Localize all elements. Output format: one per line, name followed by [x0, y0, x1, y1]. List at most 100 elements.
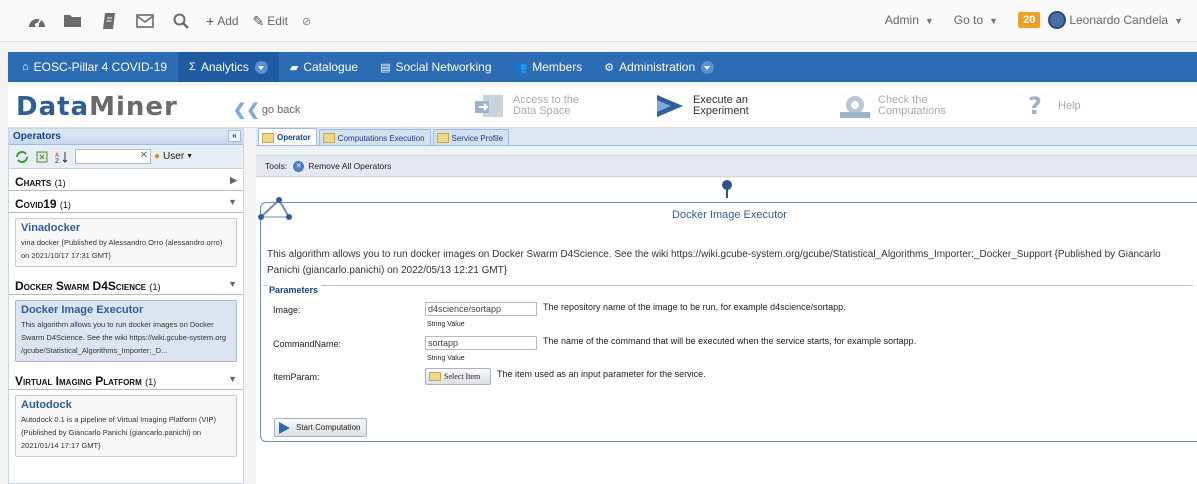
- go-back-label: go back: [261, 104, 301, 116]
- nav-item-catalogue[interactable]: ▰ Catalogue: [279, 52, 369, 82]
- category-count: (1): [149, 282, 161, 292]
- category-name: Docker Swarm D4Science: [15, 279, 147, 293]
- hide-button[interactable]: ⊘: [302, 15, 314, 28]
- select-item-button[interactable]: Select Item: [425, 368, 491, 385]
- param-label: ItemParam:: [273, 372, 320, 382]
- category-docker-swarm[interactable]: Docker Swarm D4Science (1) ▼: [9, 273, 243, 295]
- folder-icon[interactable]: [62, 11, 84, 31]
- people-icon: 👥: [513, 61, 528, 74]
- dataminer-header: DataMiner ❮❮ go back Access to the Data Sp…: [8, 86, 1197, 128]
- execute-line2: Experiment: [693, 105, 749, 117]
- param-label: Image:: [273, 305, 301, 315]
- dashboard-icon[interactable]: [26, 11, 48, 31]
- mail-icon[interactable]: [134, 11, 156, 31]
- chevron-down-icon: [254, 60, 268, 74]
- nav-item-social[interactable]: ▤ Social Networking: [369, 52, 502, 82]
- category-count: (1): [54, 178, 66, 188]
- help-button[interactable]: ? Help: [1018, 92, 1081, 120]
- chevron-down-icon: ▼: [186, 153, 194, 160]
- svg-text:Z: Z: [55, 158, 59, 164]
- category-covid19[interactable]: Covid19 (1) ▼: [9, 191, 243, 213]
- admin-dropdown[interactable]: Admin ▼: [885, 13, 934, 27]
- parameters-fieldset: Parameters Image: d4science/sortapp The …: [263, 285, 1193, 406]
- add-button[interactable]: + Add: [206, 13, 239, 29]
- operator-card-docker-image-executor[interactable]: Docker Image Executor This algorithm all…: [15, 300, 237, 362]
- tools-bar: Tools: ✕ Remove All Operators: [256, 155, 1197, 177]
- computations-icon: [840, 96, 870, 118]
- user-icon: ●: [154, 151, 161, 162]
- data-space-icon: [475, 95, 503, 117]
- category-name: Covid19: [15, 197, 57, 211]
- add-label: Add: [217, 14, 239, 28]
- category-virtual-imaging[interactable]: Virtual Imaging Platform (1) ▼: [9, 368, 243, 390]
- tab-label: Service Profile: [451, 133, 504, 143]
- chevron-down-icon: ▼: [228, 374, 237, 384]
- refresh-icon[interactable]: [15, 150, 29, 164]
- start-computation-button[interactable]: Start Computation: [274, 418, 367, 437]
- operators-toolbar: AZ ✕ ● User ▼: [9, 145, 243, 169]
- notification-badge[interactable]: 20: [1018, 12, 1041, 28]
- operator-description: vina docker {Published by Alessandro Orr…: [21, 238, 223, 260]
- command-name-field[interactable]: sortapp: [425, 336, 537, 350]
- dataminer-logo: DataMiner: [16, 92, 178, 122]
- remove-all-operators-button[interactable]: ✕ Remove All Operators: [293, 160, 392, 172]
- category-charts[interactable]: Charts (1) ▶: [9, 169, 243, 191]
- help-label: Help: [1058, 99, 1081, 112]
- execute-experiment-button[interactable]: Execute an Experiment: [653, 92, 749, 120]
- category-name: Charts: [15, 175, 52, 189]
- access-data-space-button[interactable]: Access to the Data Space: [473, 92, 579, 120]
- nav-item-eosc[interactable]: ⌂ EOSC-Pillar 4 COVID-19: [8, 52, 178, 82]
- param-label: CommandName:: [273, 339, 342, 349]
- chevron-right-icon: ▶: [230, 175, 237, 185]
- chevron-down-icon: ▼: [1174, 16, 1183, 26]
- workflow-area: Docker Image Executor This algorithm all…: [256, 178, 1197, 484]
- edit-button[interactable]: ✎ Edit: [253, 13, 288, 30]
- operator-card-autodock[interactable]: Autodock Autodock 0.1 is a pipeline of V…: [15, 395, 237, 457]
- user-name: Leonardo Candela: [1069, 13, 1169, 27]
- operators-search-input[interactable]: ✕: [75, 149, 151, 164]
- operator-name: Vinadocker: [21, 222, 81, 234]
- main-panel: Operator Computations Execution Service …: [256, 128, 1197, 484]
- tab-label: Operator: [277, 133, 311, 142]
- access-line2: Data Space: [513, 105, 571, 117]
- nav-item-administration[interactable]: ⚙ Administration: [593, 52, 725, 82]
- folder-icon: [429, 372, 441, 381]
- operator-description: Autodock 0.1 is a pipeline of Virtual Im…: [21, 415, 216, 450]
- image-field[interactable]: d4science/sortapp: [425, 302, 537, 316]
- remove-all-label: Remove All Operators: [308, 161, 392, 171]
- nav-label: Members: [532, 60, 583, 74]
- avatar[interactable]: [1048, 11, 1067, 29]
- goto-dropdown[interactable]: Go to ▼: [954, 13, 998, 27]
- param-description: The item used as an input parameter for …: [497, 369, 706, 379]
- check-line2: Computations: [878, 105, 946, 117]
- goto-label: Go to: [953, 13, 984, 27]
- close-icon: ✕: [293, 160, 305, 172]
- user-menu[interactable]: Leonardo Candela ▼: [1069, 13, 1183, 27]
- nav-item-analytics[interactable]: Σ Analytics: [178, 52, 279, 82]
- expand-all-icon[interactable]: [35, 150, 49, 164]
- param-type: String Value: [427, 355, 465, 362]
- go-back-link[interactable]: ❮❮ go back: [233, 100, 300, 120]
- category-count: (1): [59, 200, 71, 210]
- user-filter-button[interactable]: ● User ▼: [154, 151, 193, 162]
- user-filter-label: User: [163, 151, 185, 162]
- tab-operator[interactable]: Operator: [258, 128, 317, 145]
- admin-label: Admin: [884, 13, 919, 27]
- sort-icon[interactable]: AZ: [55, 150, 69, 164]
- nav-item-members[interactable]: 👥 Members: [503, 52, 594, 82]
- check-computations-button[interactable]: Check the Computations: [838, 92, 946, 120]
- nav-label: Administration: [619, 60, 696, 74]
- chevron-down-icon: ▼: [228, 197, 237, 207]
- tab-label: Computations Execution: [337, 133, 425, 143]
- operator-title: Docker Image Executor: [672, 209, 787, 221]
- operators-title: Operators «: [9, 129, 243, 145]
- collapse-icon[interactable]: «: [228, 130, 241, 142]
- svg-text:?: ?: [1028, 92, 1042, 120]
- clear-icon[interactable]: ✕: [140, 150, 148, 161]
- operator-card-vinadocker[interactable]: Vinadocker vina docker {Published by Ale…: [15, 218, 237, 267]
- tab-computations-execution[interactable]: Computations Execution: [318, 129, 431, 145]
- notebook-icon[interactable]: [98, 11, 120, 31]
- tab-icon: [436, 133, 449, 143]
- tab-service-profile[interactable]: Service Profile: [432, 129, 510, 145]
- search-icon[interactable]: [170, 11, 192, 31]
